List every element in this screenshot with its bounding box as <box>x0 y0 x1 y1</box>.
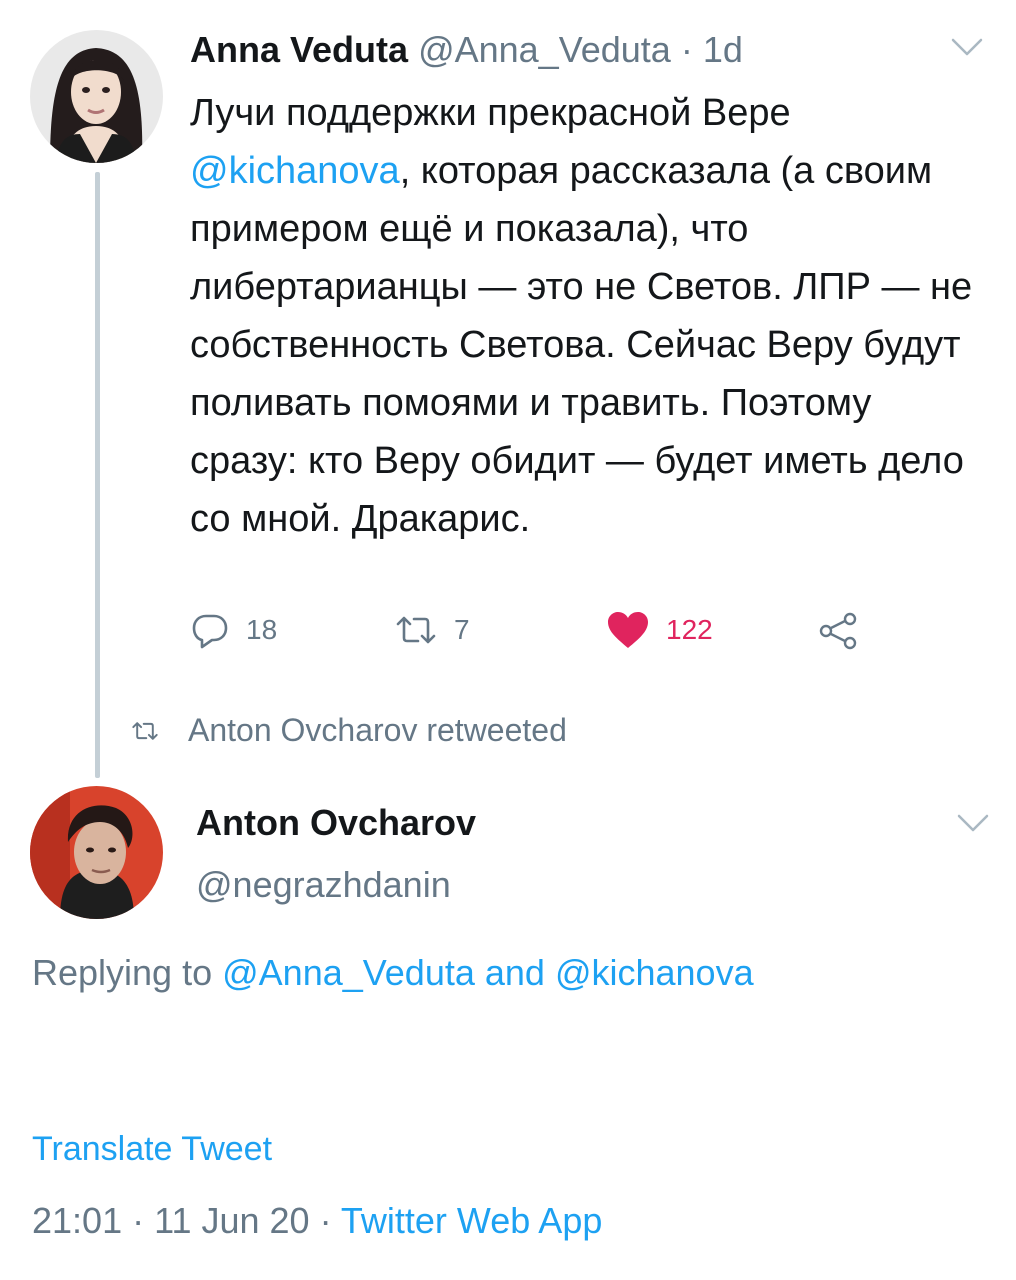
replying-to-prefix: Replying to <box>32 952 223 993</box>
separator-dot: · <box>670 29 703 70</box>
retweet-icon <box>132 721 158 740</box>
like-count: 122 <box>666 614 713 645</box>
share-button[interactable] <box>816 610 876 650</box>
tweet-source-link[interactable]: Twitter Web App <box>341 1200 602 1241</box>
display-name[interactable]: Anton Ovcharov <box>196 802 476 844</box>
avatar-anton-ovcharov[interactable] <box>30 786 163 919</box>
mention-link[interactable]: @kichanova <box>190 150 400 192</box>
separator-dot: · <box>309 1200 341 1241</box>
avatar-anna-veduta[interactable] <box>30 30 163 163</box>
tweet-text-part: Лучи поддержки прекрасной Вере <box>190 92 791 134</box>
display-name[interactable]: Anna Veduta <box>190 29 408 70</box>
retweeted-by-note: Anton Ovcharov retweeted <box>130 712 567 749</box>
mention-link[interactable]: @Anna_Veduta <box>222 952 475 993</box>
replying-to-line: Replying to @Anna_Veduta and @kichanova <box>32 952 754 994</box>
user-handle[interactable]: @Anna_Veduta <box>418 29 671 70</box>
translate-tweet-link[interactable]: Translate Tweet <box>32 1130 272 1169</box>
tweet-text: Лучи поддержки прекрасной Вере @kichanov… <box>190 84 980 548</box>
tweet-text-part: , которая рассказала (а своим примером е… <box>190 150 973 540</box>
like-button[interactable]: 122 <box>606 610 713 650</box>
tweet-metadata: 21:01 · 11 Jun 20 · Twitter Web App <box>32 1200 602 1242</box>
tweet-date: 11 Jun 20 <box>154 1200 310 1241</box>
retweeted-by-label[interactable]: Anton Ovcharov retweeted <box>188 712 567 749</box>
tweet-time: 21:01 <box>32 1200 123 1241</box>
retweet-count: 7 <box>454 614 470 645</box>
retweet-button[interactable]: 7 <box>394 610 470 650</box>
user-handle[interactable]: @negrazhdanin <box>196 864 451 906</box>
mention-link[interactable]: @kichanova <box>555 952 754 993</box>
replying-and: and <box>474 952 555 993</box>
chevron-down-icon[interactable] <box>956 812 990 834</box>
reply-button[interactable]: 18 <box>190 610 277 650</box>
thread-connector-line <box>95 172 100 778</box>
share-icon <box>819 612 857 650</box>
chevron-down-icon[interactable] <box>950 36 984 58</box>
tweet-time[interactable]: 1d <box>703 29 743 70</box>
tweet-actions: 18 7 122 <box>190 610 870 654</box>
retweet-icon <box>396 616 436 644</box>
heart-icon <box>608 612 648 648</box>
reply-icon <box>192 614 228 649</box>
tweet-header: Anna Veduta @Anna_Veduta · 1d <box>190 30 743 70</box>
reply-count: 18 <box>246 614 278 645</box>
separator-dot: · <box>122 1200 155 1241</box>
